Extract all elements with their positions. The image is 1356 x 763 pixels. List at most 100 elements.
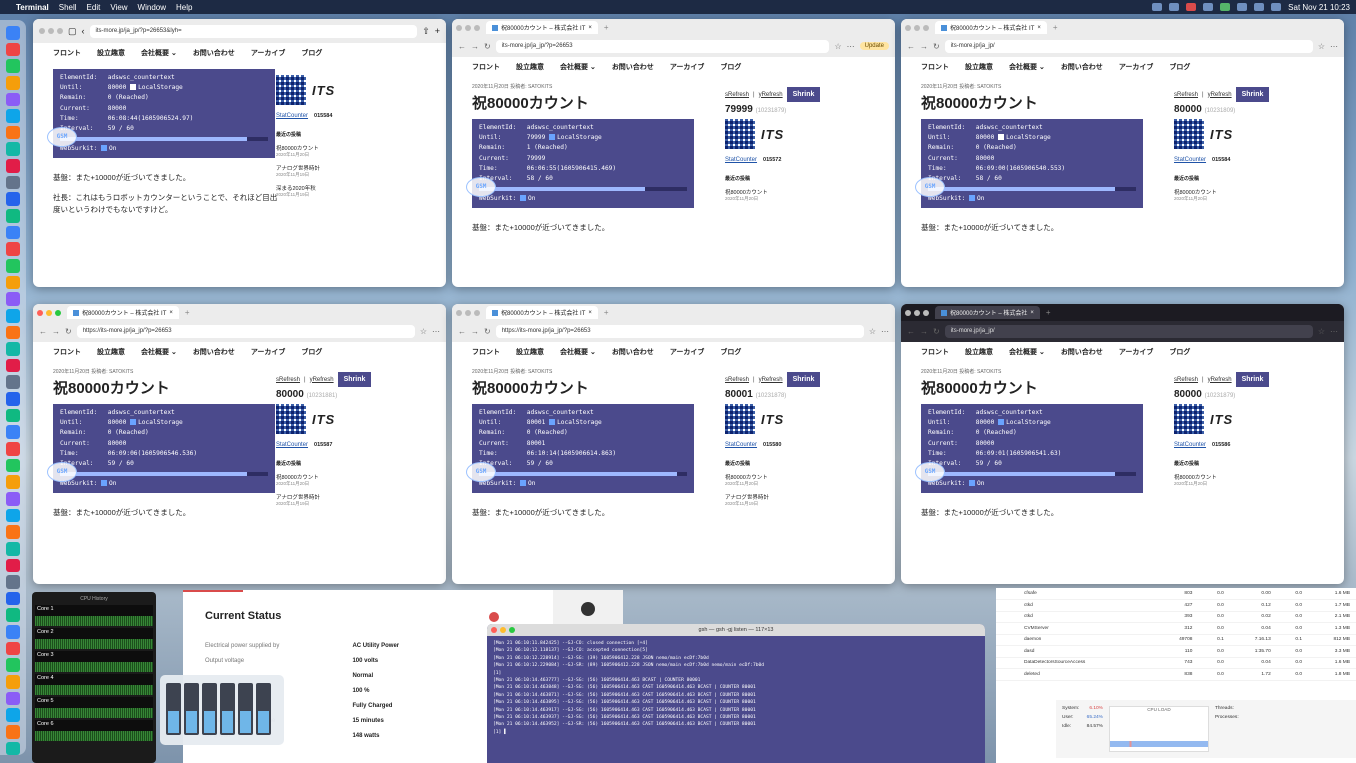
- localstorage-checkbox[interactable]: [549, 419, 556, 426]
- share-icon[interactable]: ⇧: [422, 26, 430, 37]
- forward-icon[interactable]: →: [471, 327, 479, 336]
- nav-item[interactable]: フロント: [472, 62, 500, 72]
- srefresh-link[interactable]: sRefresh: [725, 377, 749, 383]
- nav-item[interactable]: 会社概要 ⌄: [1009, 62, 1045, 72]
- nav-item[interactable]: ブログ: [720, 347, 741, 357]
- dock-app-icon[interactable]: [6, 591, 20, 606]
- recent-post-item[interactable]: アナログ世界時計 2020年11月19日: [725, 493, 835, 507]
- new-tab-icon[interactable]: +: [1053, 23, 1058, 32]
- update-button[interactable]: Update: [859, 42, 889, 50]
- menu-help[interactable]: Help: [176, 3, 192, 12]
- yrefresh-link[interactable]: yRefresh: [1208, 92, 1232, 98]
- recent-post-item[interactable]: 祝80000カウント 2020年11月20日: [725, 473, 835, 487]
- status-icon[interactable]: [1152, 3, 1163, 11]
- dock-app-icon[interactable]: [6, 641, 20, 656]
- address-bar[interactable]: its-more.jp/ja_jp/?p=26653: [495, 39, 830, 53]
- forward-icon[interactable]: →: [471, 42, 479, 51]
- nav-item[interactable]: ブログ: [1169, 62, 1190, 72]
- yrefresh-link[interactable]: yRefresh: [1208, 377, 1232, 383]
- statcounter-link[interactable]: StatCounter: [725, 157, 757, 163]
- statcounter-link[interactable]: StatCounter: [1174, 157, 1206, 163]
- browser-tab[interactable]: 祝80000カウント – 株式会社 IT ×: [67, 306, 179, 319]
- status-icon[interactable]: [1203, 3, 1214, 11]
- extensions-icon[interactable]: ⋯: [881, 327, 889, 336]
- browser-tab[interactable]: 祝80000カウント – 株式会社 IT ×: [486, 306, 598, 319]
- back-icon[interactable]: ←: [458, 327, 466, 336]
- process-row[interactable]: DataDetectorsSourceAccess 743 0.0 0.04 0.0 1.…: [996, 657, 1356, 669]
- menu-shell[interactable]: Shell: [59, 3, 77, 12]
- nav-item[interactable]: フロント: [921, 347, 949, 357]
- new-tab-icon[interactable]: +: [1046, 308, 1051, 317]
- dock-app-icon[interactable]: [6, 275, 20, 290]
- nav-item[interactable]: 設立趣意: [97, 48, 125, 58]
- dock-app-icon[interactable]: [6, 175, 20, 190]
- address-bar[interactable]: https://its-more.jp/ja_jp/?p=26653: [76, 324, 415, 338]
- dock-app-icon[interactable]: [6, 658, 20, 672]
- browser-window[interactable]: 祝80000カウント – 株式会社 IT × + ← → ↻ https://its-mor…: [33, 304, 446, 584]
- nav-item[interactable]: ブログ: [301, 347, 322, 357]
- recent-post-item[interactable]: 祝80000カウント 2020年11月20日: [1174, 473, 1284, 487]
- dock-app-icon[interactable]: [6, 258, 20, 273]
- window-controls[interactable]: [456, 309, 480, 316]
- websurkit-checkbox[interactable]: [968, 195, 975, 202]
- nav-item[interactable]: お問い合わせ: [612, 62, 654, 72]
- shrink-button[interactable]: Shrink: [1235, 372, 1270, 387]
- dock-app-icon[interactable]: [6, 125, 20, 140]
- localstorage-checkbox[interactable]: [549, 134, 556, 141]
- recent-post-item[interactable]: 深まる2020年秋 2020年11月19日: [276, 184, 386, 198]
- dock-app-icon[interactable]: [6, 541, 20, 556]
- menu-edit[interactable]: Edit: [87, 3, 101, 12]
- dock-app-icon[interactable]: [6, 375, 20, 390]
- bookmark-icon[interactable]: ☆: [1318, 42, 1325, 51]
- dock-app-icon[interactable]: [6, 42, 20, 57]
- nav-item[interactable]: アーカイブ: [670, 62, 705, 72]
- sidebar-icon[interactable]: ▢: [68, 26, 77, 37]
- statcounter-link[interactable]: StatCounter: [1174, 442, 1206, 448]
- recent-post-item[interactable]: アナログ世界時計 2020年11月19日: [276, 164, 386, 178]
- window-controls[interactable]: [491, 627, 515, 633]
- yrefresh-link[interactable]: yRefresh: [759, 92, 783, 98]
- yrefresh-link[interactable]: yRefresh: [310, 377, 334, 383]
- localstorage-checkbox[interactable]: [130, 84, 137, 91]
- dock-app-icon[interactable]: [6, 242, 20, 256]
- process-row[interactable]: ctkd 393 0.0 0.02 0.0 2.1 MB: [996, 611, 1356, 623]
- srefresh-link[interactable]: sRefresh: [276, 377, 300, 383]
- localstorage-checkbox[interactable]: [998, 134, 1005, 141]
- menu-app-name[interactable]: Terminal: [16, 3, 49, 12]
- websurkit-checkbox[interactable]: [519, 195, 526, 202]
- dock-app-icon[interactable]: [6, 92, 20, 107]
- wifi-icon[interactable]: [1254, 3, 1265, 11]
- nav-item[interactable]: 会社概要 ⌄: [141, 48, 177, 58]
- nav-item[interactable]: 会社概要 ⌄: [141, 347, 177, 357]
- recent-post-item[interactable]: 祝80000カウント 2020年11月20日: [1174, 188, 1284, 202]
- nav-item[interactable]: 設立趣意: [965, 347, 993, 357]
- nav-item[interactable]: 設立趣意: [97, 347, 125, 357]
- reload-icon[interactable]: ↻: [933, 42, 940, 51]
- window-controls[interactable]: [39, 28, 63, 34]
- nav-item[interactable]: 設立趣意: [516, 62, 544, 72]
- dock-app-icon[interactable]: [6, 159, 20, 173]
- process-row[interactable]: dasd 110 0.0 1:35.70 0.0 3.3 MB: [996, 645, 1356, 658]
- dock-app-icon[interactable]: [6, 525, 20, 539]
- websurkit-checkbox[interactable]: [100, 145, 107, 152]
- nav-item[interactable]: アーカイブ: [251, 347, 286, 357]
- address-bar[interactable]: https://its-more.jp/ja_jp/?p=26653: [495, 324, 864, 338]
- dock-app-icon[interactable]: [6, 741, 20, 756]
- bookmark-icon[interactable]: ☆: [869, 327, 876, 336]
- dock-app-icon[interactable]: [6, 442, 20, 456]
- alert-badge-icon[interactable]: [489, 612, 499, 622]
- new-tab-icon[interactable]: +: [604, 308, 609, 317]
- process-row[interactable]: ctkd 427 0.0 0.12 0.0 1.7 MB: [996, 599, 1356, 612]
- process-row[interactable]: CVMServer 312 0.0 0.04 0.0 1.3 MB: [996, 622, 1356, 635]
- srefresh-link[interactable]: sRefresh: [1174, 377, 1198, 383]
- address-bar[interactable]: its-more.jp/ja_jp/?p=26653&lyh=: [89, 24, 418, 38]
- browser-window[interactable]: ▢ ‹ its-more.jp/ja_jp/?p=26653&lyh= ⇧ + フロント 設…: [33, 19, 446, 287]
- terminal-window[interactable]: gsh — gsh -gj listen — 117×13 [Mon 21 06…: [487, 624, 985, 763]
- dock-app-icon[interactable]: [6, 308, 20, 323]
- back-icon[interactable]: ←: [39, 327, 47, 336]
- yrefresh-link[interactable]: yRefresh: [759, 377, 783, 383]
- search-icon[interactable]: [1271, 3, 1282, 11]
- dock-app-icon[interactable]: [6, 674, 20, 689]
- dock-app-icon[interactable]: [6, 508, 20, 523]
- websurkit-checkbox[interactable]: [100, 480, 107, 487]
